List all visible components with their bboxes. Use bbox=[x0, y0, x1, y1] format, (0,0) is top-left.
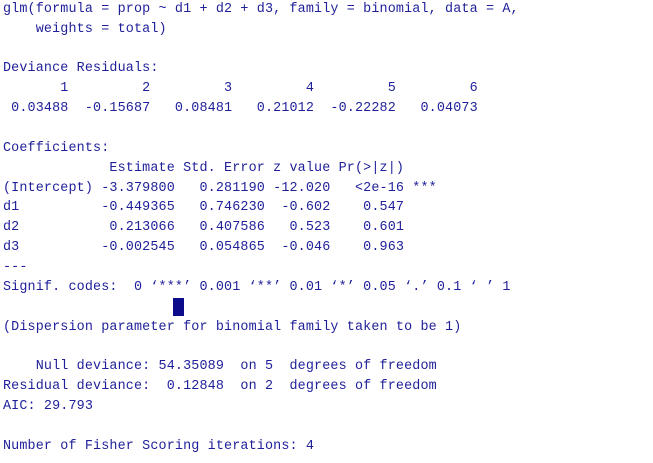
text-cursor[interactable] bbox=[173, 298, 184, 316]
call-line-1: glm(formula = prop ~ d1 + d2 + d3, famil… bbox=[3, 2, 519, 17]
coefficient-row-d1: d1 -0.449365 0.746230 -0.602 0.547 bbox=[3, 200, 405, 215]
residual-deviance-line: Residual deviance: 0.12848 on 2 degrees … bbox=[3, 379, 437, 394]
r-console-output: glm(formula = prop ~ d1 + d2 + d3, famil… bbox=[3, 0, 651, 463]
residuals-values-row: 0.03488 -0.15687 0.08481 0.21012 -0.2228… bbox=[3, 101, 478, 116]
coefficient-row-d3: d3 -0.002545 0.054865 -0.046 0.963 bbox=[3, 240, 405, 255]
coefficients-heading: Coefficients: bbox=[3, 141, 110, 156]
coefficients-header-row: Estimate Std. Error z value Pr(>|z|) bbox=[3, 161, 405, 176]
separator-line: --- bbox=[3, 260, 28, 275]
coefficient-row-d2: d2 0.213066 0.407586 0.523 0.601 bbox=[3, 220, 405, 235]
dispersion-line: (Dispersion parameter for binomial famil… bbox=[3, 320, 462, 335]
residuals-index-row: 1 2 3 4 5 6 bbox=[3, 81, 478, 96]
coefficient-row-intercept: (Intercept) -3.379800 0.281190 -12.020 <… bbox=[3, 181, 437, 196]
aic-line: AIC: 29.793 bbox=[3, 399, 94, 414]
residuals-heading: Deviance Residuals: bbox=[3, 61, 159, 76]
signif-codes-line: Signif. codes: 0 ‘***’ 0.001 ‘**’ 0.01 ‘… bbox=[3, 280, 511, 295]
fisher-iterations-line: Number of Fisher Scoring iterations: 4 bbox=[3, 439, 315, 454]
null-deviance-line: Null deviance: 54.35089 on 5 degrees of … bbox=[3, 359, 437, 374]
call-line-2: weights = total) bbox=[3, 22, 167, 37]
